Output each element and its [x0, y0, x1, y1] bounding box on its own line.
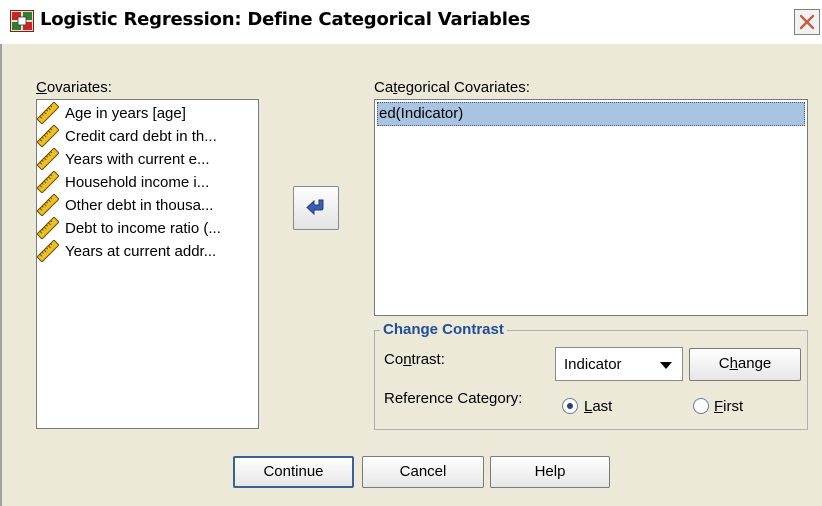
list-item[interactable]: Credit card debt in th...	[36, 124, 217, 148]
radio-last[interactable]	[562, 398, 578, 414]
list-item[interactable]: Household income i...	[36, 170, 210, 194]
list-item-label: ed(Indicator)	[379, 105, 464, 122]
help-button[interactable]: Help	[490, 456, 610, 488]
list-item-label: Debt to income ratio (...	[65, 219, 221, 237]
scale-ruler-icon	[36, 216, 60, 240]
scale-ruler-icon	[36, 147, 60, 171]
close-icon	[799, 14, 815, 30]
scale-ruler-icon	[36, 170, 60, 194]
covariates-list[interactable]: Age in years [age] Credit card debt in th…	[36, 99, 259, 429]
list-item-label: Years with current e...	[65, 150, 210, 168]
list-item[interactable]: Other debt in thousa...	[36, 193, 214, 217]
contrast-select[interactable]: Indicator	[555, 347, 683, 381]
list-item-label: Credit card debt in th...	[65, 127, 217, 145]
continue-button[interactable]: Continue	[233, 456, 354, 488]
list-item[interactable]: Debt to income ratio (...	[36, 216, 221, 240]
contrast-select-value: Indicator	[564, 356, 622, 373]
chevron-down-icon	[660, 362, 672, 369]
covariates-label: Covariates:	[36, 79, 112, 96]
change-contrast-title: Change Contrast	[380, 321, 507, 338]
cancel-button[interactable]: Cancel	[362, 456, 484, 488]
list-item[interactable]: Age in years [age]	[36, 101, 186, 125]
app-icon	[10, 10, 34, 32]
categorical-covariates-label: Categorical Covariates:	[374, 79, 530, 96]
radio-first-label[interactable]: First	[714, 398, 743, 415]
scale-ruler-icon	[36, 101, 60, 125]
contrast-label: Contrast:	[384, 351, 445, 368]
change-button[interactable]: Change	[689, 348, 801, 381]
move-variable-button[interactable]	[293, 186, 339, 230]
list-item-label: Other debt in thousa...	[65, 196, 214, 214]
categorical-covariates-list[interactable]: ed(Indicator)	[374, 99, 808, 316]
scale-ruler-icon	[36, 124, 60, 148]
radio-last-label[interactable]: Last	[584, 398, 612, 415]
list-item-label: Years at current addr...	[65, 242, 217, 260]
reference-category-label: Reference Category:	[384, 390, 523, 407]
radio-first[interactable]	[693, 398, 709, 414]
list-item-label: Age in years [age]	[65, 104, 186, 122]
list-item[interactable]: Years at current addr...	[36, 239, 217, 263]
window-title: Logistic Regression: Define Categorical …	[40, 9, 531, 30]
list-item-label: Household income i...	[65, 173, 210, 191]
title-bar: Logistic Regression: Define Categorical …	[0, 0, 822, 44]
list-item[interactable]: Years with current e...	[36, 147, 210, 171]
close-button[interactable]	[794, 9, 820, 35]
arrow-left-icon	[306, 199, 324, 216]
list-item[interactable]: ed(Indicator)	[377, 102, 805, 126]
scale-ruler-icon	[36, 239, 60, 263]
scale-ruler-icon	[36, 193, 60, 217]
